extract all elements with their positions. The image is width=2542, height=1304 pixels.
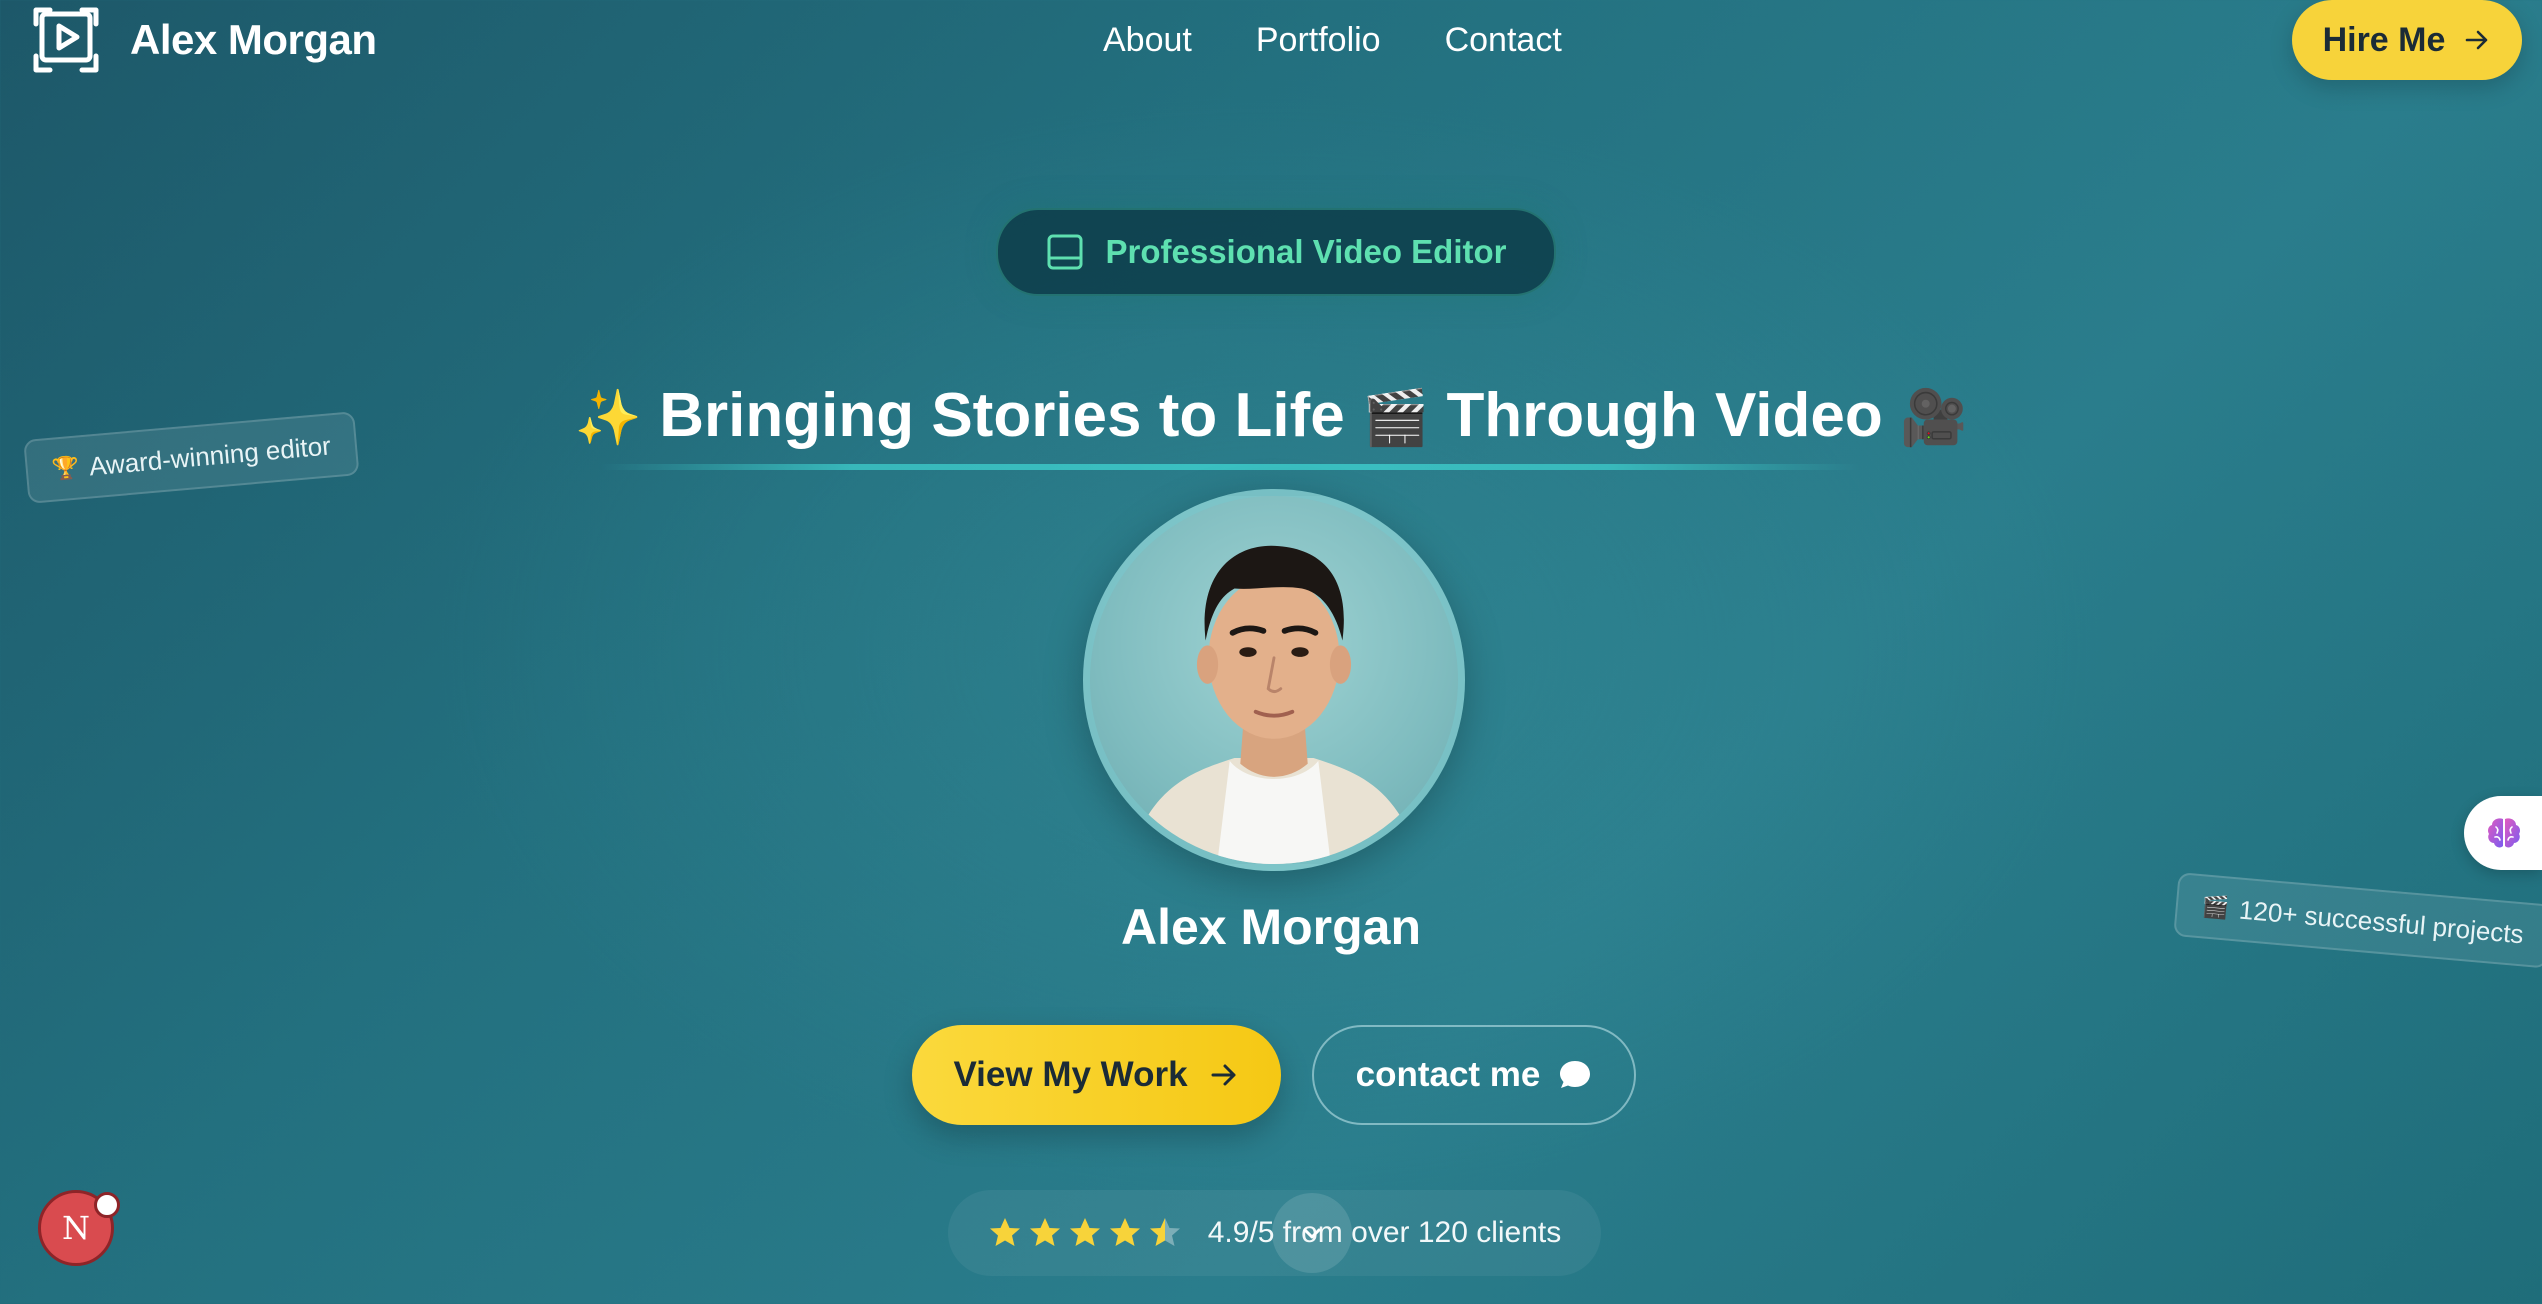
star-icon <box>1069 1218 1100 1246</box>
projects-tag-label: 120+ successful projects <box>2237 894 2525 949</box>
hire-me-label: Hire Me <box>2322 20 2446 59</box>
chat-bubble-icon <box>1560 1061 1591 1088</box>
headline-text-part1: Bringing Stories to Life <box>659 381 1345 450</box>
role-badge-label: Professional Video Editor <box>1105 233 1507 270</box>
clapperboard-icon: 🎬 <box>2200 893 2231 922</box>
star-icon <box>989 1218 1020 1246</box>
contact-me-label: contact me <box>1355 1055 1541 1094</box>
star-icon <box>1029 1218 1060 1246</box>
nav-link-contact[interactable]: Contact <box>1445 14 1562 66</box>
star-icon <box>1149 1218 1180 1246</box>
sparkles-emoji: ✨ <box>574 386 643 449</box>
scroll-down-button[interactable] <box>1272 1193 1352 1273</box>
video-camera-emoji: 🎥 <box>1899 386 1968 449</box>
main-nav: About Portfolio Contact <box>1103 14 1562 66</box>
profile-avatar <box>1083 489 1465 871</box>
view-my-work-button[interactable]: View My Work <box>912 1025 1281 1125</box>
hire-me-button[interactable]: Hire Me <box>2292 0 2522 80</box>
trophy-icon: 🏆 <box>50 454 81 483</box>
profile-portrait <box>1128 545 1420 864</box>
assistant-widget-button[interactable] <box>2464 796 2542 870</box>
play-frame-icon <box>33 7 99 73</box>
n-badge-letter: N <box>62 1209 90 1247</box>
nav-link-about[interactable]: About <box>1103 14 1192 66</box>
profile-name: Alex Morgan <box>1120 899 1422 955</box>
clapperboard-emoji: 🎬 <box>1361 386 1430 449</box>
nav-link-portfolio[interactable]: Portfolio <box>1256 14 1381 66</box>
headline-text-part2: Through Video <box>1446 381 1883 450</box>
hero-headline: ✨ Bringing Stories to Life 🎬 Through Vid… <box>0 380 2542 451</box>
arrow-right-icon <box>1211 1064 1236 1086</box>
view-my-work-label: View My Work <box>953 1055 1188 1094</box>
rating-text: 4.9/5 from over 120 clients <box>1207 1216 1562 1249</box>
arrow-right-icon <box>2466 30 2488 50</box>
star-icon <box>1109 1218 1140 1246</box>
brand-name: Alex Morgan <box>130 16 377 63</box>
page: Alex Morgan About Portfolio Contact Hire… <box>0 0 2542 1304</box>
brain-icon <box>2488 818 2520 848</box>
headline-underline <box>600 464 1860 470</box>
brand[interactable]: Alex Morgan <box>32 6 377 74</box>
panel-icon <box>1047 234 1082 270</box>
contact-me-button[interactable]: contact me <box>1312 1025 1636 1125</box>
star-rating <box>988 1216 1182 1250</box>
role-badge: Professional Video Editor <box>996 208 1556 296</box>
award-tag-label: Award-winning editor <box>87 429 332 481</box>
chevron-down-icon <box>1303 1228 1321 1239</box>
notification-dot <box>94 1192 120 1218</box>
